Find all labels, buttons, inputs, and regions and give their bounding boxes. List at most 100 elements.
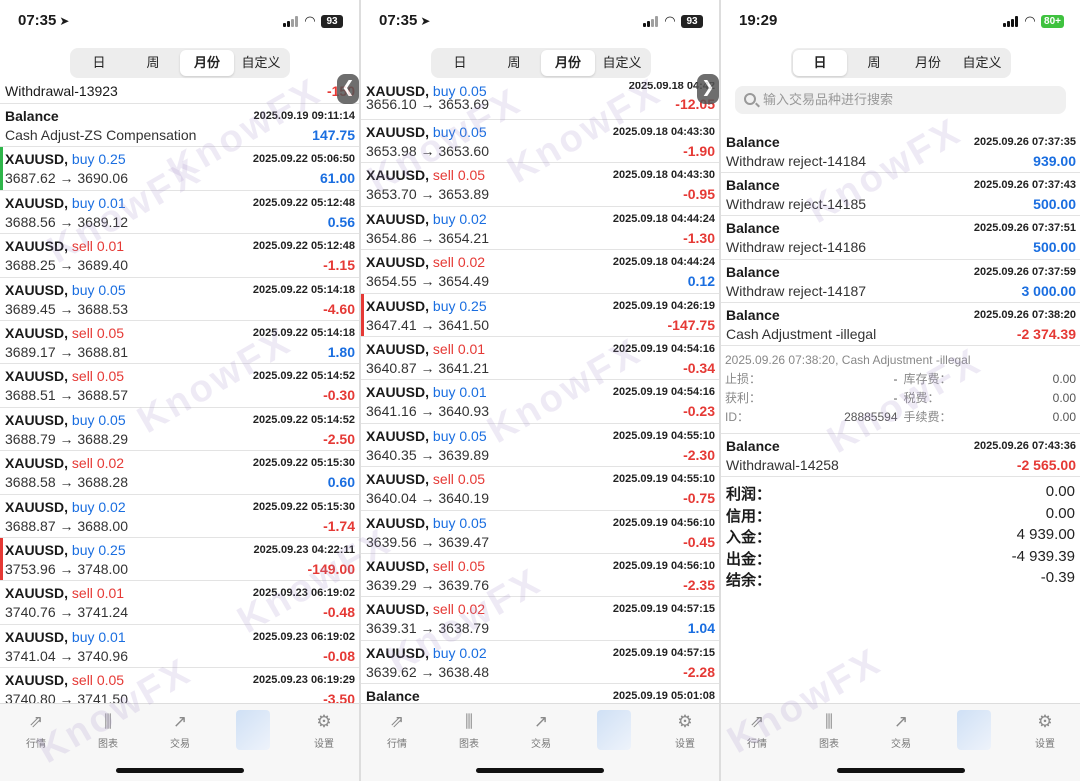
row-side: sell <box>71 238 93 255</box>
trade-row[interactable]: XAUUSD, buy 0.02 2025.09.18 04:44:24 3654.… <box>361 207 719 251</box>
row-time: 2025.09.18 04:44:24 <box>612 256 715 269</box>
trade-row[interactable]: XAUUSD, sell 0.05 2025.09.19 04:56:10 3639… <box>361 554 719 598</box>
trade-row[interactable]: XAUUSD, buy 0.05 2025.09.22 05:14:18 3689.… <box>0 278 359 321</box>
row-symbol: XAUUSD, <box>366 167 430 184</box>
blurred-tab-icon[interactable] <box>957 710 991 750</box>
balance-row[interactable]: Balance 2025.09.26 07:37:35 Withdraw rejec… <box>721 130 1080 174</box>
row-time: 2025.09.19 04:55:10 <box>612 473 715 486</box>
trade-row[interactable]: XAUUSD, buy 0.02 2025.09.22 05:15:30 3688.… <box>0 495 359 538</box>
tab-trade[interactable]: ↗ 交易 <box>871 712 931 750</box>
expand-arrow-icon[interactable]: ❯ <box>697 74 719 104</box>
tab-custom[interactable]: 自定义 <box>955 50 1009 76</box>
trade-row[interactable]: XAUUSD, buy 0.05 2025.09.18 04:43:30 3653.… <box>361 120 719 164</box>
row-lot: 0.02 <box>459 644 487 661</box>
trade-row[interactable]: XAUUSD, sell 0.01 2025.09.22 05:12:48 3688… <box>0 234 359 278</box>
trade-row[interactable]: XAUUSD, sell 0.05 2025.09.22 05:14:18 3689… <box>0 321 359 365</box>
tab-month[interactable]: 月份 <box>901 50 955 76</box>
tab-settings[interactable]: ⚙ 设置 <box>655 712 715 750</box>
tab-settings[interactable]: ⚙ 设置 <box>1015 712 1075 750</box>
row-lot: 0.05 <box>459 427 487 444</box>
balance-row[interactable]: Balance 2025.09.19 05:01:08 <box>361 684 719 703</box>
trade-row[interactable]: XAUUSD, sell 0.05 2025.09.23 06:19:29 3740… <box>0 668 359 703</box>
tab-week[interactable]: 周 <box>847 50 901 76</box>
trade-row[interactable]: XAUUSD, buy 0.25 2025.09.23 04:22:11 3753.… <box>0 537 359 582</box>
trade-row[interactable]: XAUUSD, sell 0.02 2025.09.19 04:57:15 3639… <box>361 597 719 641</box>
row-detail: 3639.29 → 3639.76 <box>366 576 489 593</box>
row-time: 2025.09.19 04:54:16 <box>612 386 715 399</box>
trade-row[interactable]: XAUUSD, buy 0.25 2025.09.19 04:26:19 3647.… <box>361 293 719 337</box>
row-side: buy <box>432 427 456 444</box>
trade-row[interactable]: XAUUSD, buy 0.01 2025.09.23 06:19:02 3741.… <box>0 625 359 669</box>
balance-row[interactable]: Balance 2025.09.26 07:37:43 Withdraw rejec… <box>721 173 1080 217</box>
trade-row[interactable]: XAUUSD, sell 0.05 2025.09.18 04:43:30 3653… <box>361 163 719 207</box>
row-detail: 3653.98 → 3653.60 <box>366 143 489 159</box>
tab-week[interactable]: 周 <box>487 50 541 76</box>
trade-row[interactable]: XAUUSD, sell 0.01 2025.09.19 04:54:16 3640… <box>361 337 719 381</box>
tab-trade[interactable]: ↗ 交易 <box>511 712 571 750</box>
tab-day[interactable]: 日 <box>433 50 487 76</box>
balance-row[interactable]: Balance 2025.09.26 07:37:59 Withdraw rejec… <box>721 260 1080 303</box>
trade-row[interactable]: XAUUSD, buy 0.05 2025.09.19 04:55:10 3640.… <box>361 424 719 468</box>
tab-custom[interactable]: 自定义 <box>595 50 649 76</box>
row-time: 2025.09.19 04:26:19 <box>612 299 715 312</box>
trade-row[interactable]: XAUUSD, sell 0.02 2025.09.18 04:44:24 3654… <box>361 250 719 294</box>
detail-line: 止损： - 库存费： 0.00 <box>725 370 1076 389</box>
row-side: buy <box>432 124 456 140</box>
tab-month[interactable]: 月份 <box>541 50 595 76</box>
tab-week[interactable]: 周 <box>126 50 180 76</box>
row-marker <box>0 537 3 581</box>
trade-row[interactable]: XAUUSD, buy 0.01 2025.09.22 05:12:48 3688.… <box>0 191 359 235</box>
tab-chart[interactable]: ⫼ 图表 <box>799 712 859 750</box>
trade-row[interactable]: XAUUSD, sell 0.02 2025.09.22 05:15:30 3688… <box>0 451 359 495</box>
status-time: 07:35 <box>18 12 57 29</box>
tab-settings[interactable]: ⚙ 设置 <box>294 712 354 750</box>
blurred-tab-icon[interactable] <box>236 710 270 750</box>
trade-row[interactable]: XAUUSD, buy 0.02 2025.09.19 04:57:15 3639.… <box>361 641 719 685</box>
trade-row[interactable]: XAUUSD, sell 0.05 2025.09.22 05:14:52 3688… <box>0 364 359 408</box>
balance-row[interactable]: Balance 2025.09.26 07:38:20 Cash Adjustmen… <box>721 303 1080 346</box>
blurred-tab-icon[interactable] <box>597 710 631 750</box>
tab-quotes[interactable]: ⇗ 行情 <box>367 712 427 750</box>
symbol-search-input[interactable]: 输入交易品种进行搜索 <box>735 86 1066 114</box>
row-symbol: Withdrawal-13923 <box>5 83 118 99</box>
row-time: 2025.09.19 04:55:10 <box>612 429 715 442</box>
balance-row[interactable]: Balance 2025.09.26 07:43:36 Withdrawal-1… <box>721 434 1080 478</box>
row-profit: -1.15 <box>323 257 355 274</box>
balance-detail: 2025.09.26 07:38:20, Cash Adjustment -il… <box>721 346 1080 434</box>
trade-row[interactable]: XAUUSD, sell 0.01 2025.09.23 06:19:02 3740… <box>0 581 359 625</box>
row-detail: 3688.51 → 3688.57 <box>5 387 128 404</box>
row-side: sell <box>71 585 93 602</box>
row-symbol: XAUUSD, <box>5 541 69 558</box>
trade-row[interactable]: XAUUSD, buy 0.05 2025.09.18 04:42 3656.10 … <box>361 82 719 120</box>
row-profit: -4.60 <box>323 300 355 317</box>
row-lot: 0.01 <box>457 340 486 357</box>
tab-label: 交易 <box>531 739 551 750</box>
tab-chart[interactable]: ⫼ 图表 <box>78 712 138 750</box>
trade-row[interactable]: XAUUSD, buy 0.05 2025.09.22 05:14:52 3688.… <box>0 408 359 452</box>
row-symbol: XAUUSD, <box>5 368 69 385</box>
balance-row[interactable]: Balance 2025.09.26 07:37:51 Withdraw rejec… <box>721 216 1080 260</box>
row-side: buy <box>71 194 95 211</box>
detail-value: 28885594 <box>844 409 898 424</box>
trade-row[interactable]: XAUUSD, buy 0.05 2025.09.19 04:56:10 3639.… <box>361 511 719 554</box>
balance-row[interactable]: Withdrawal-13923-150 <box>0 82 359 104</box>
row-profit: -0.95 <box>683 186 715 203</box>
trade-row[interactable]: XAUUSD, sell 0.05 2025.09.19 04:55:10 3640… <box>361 467 719 511</box>
tab-chart[interactable]: ⫼ 图表 <box>439 712 499 750</box>
tab-day[interactable]: 日 <box>72 50 126 76</box>
tab-custom[interactable]: 自定义 <box>234 50 288 76</box>
tab-trade[interactable]: ↗ 交易 <box>150 712 210 750</box>
tab-quotes[interactable]: ⇗ 行情 <box>727 712 787 750</box>
tab-month[interactable]: 月份 <box>180 50 234 76</box>
balance-row[interactable]: Balance 2025.09.19 09:11:14 Cash Adjust-ZS… <box>0 104 359 148</box>
trade-row[interactable]: XAUUSD, buy 0.01 2025.09.19 04:54:16 3641.… <box>361 380 719 424</box>
tab-quotes[interactable]: ⇗ 行情 <box>6 712 66 750</box>
row-detail: 3640.87 → 3641.21 <box>366 359 489 376</box>
trade-row[interactable]: XAUUSD, buy 0.25 2025.09.22 05:06:50 3687.… <box>0 147 359 191</box>
tab-label: 交易 <box>170 739 190 750</box>
tab-day[interactable]: 日 <box>793 50 847 76</box>
row-time: 2025.09.22 05:15:30 <box>252 457 355 470</box>
row-symbol: XAUUSD, <box>366 254 430 271</box>
period-segmented-control: 日 周 月份 自定义 <box>431 48 651 78</box>
collapse-arrow-icon[interactable]: ❮ <box>337 74 359 104</box>
